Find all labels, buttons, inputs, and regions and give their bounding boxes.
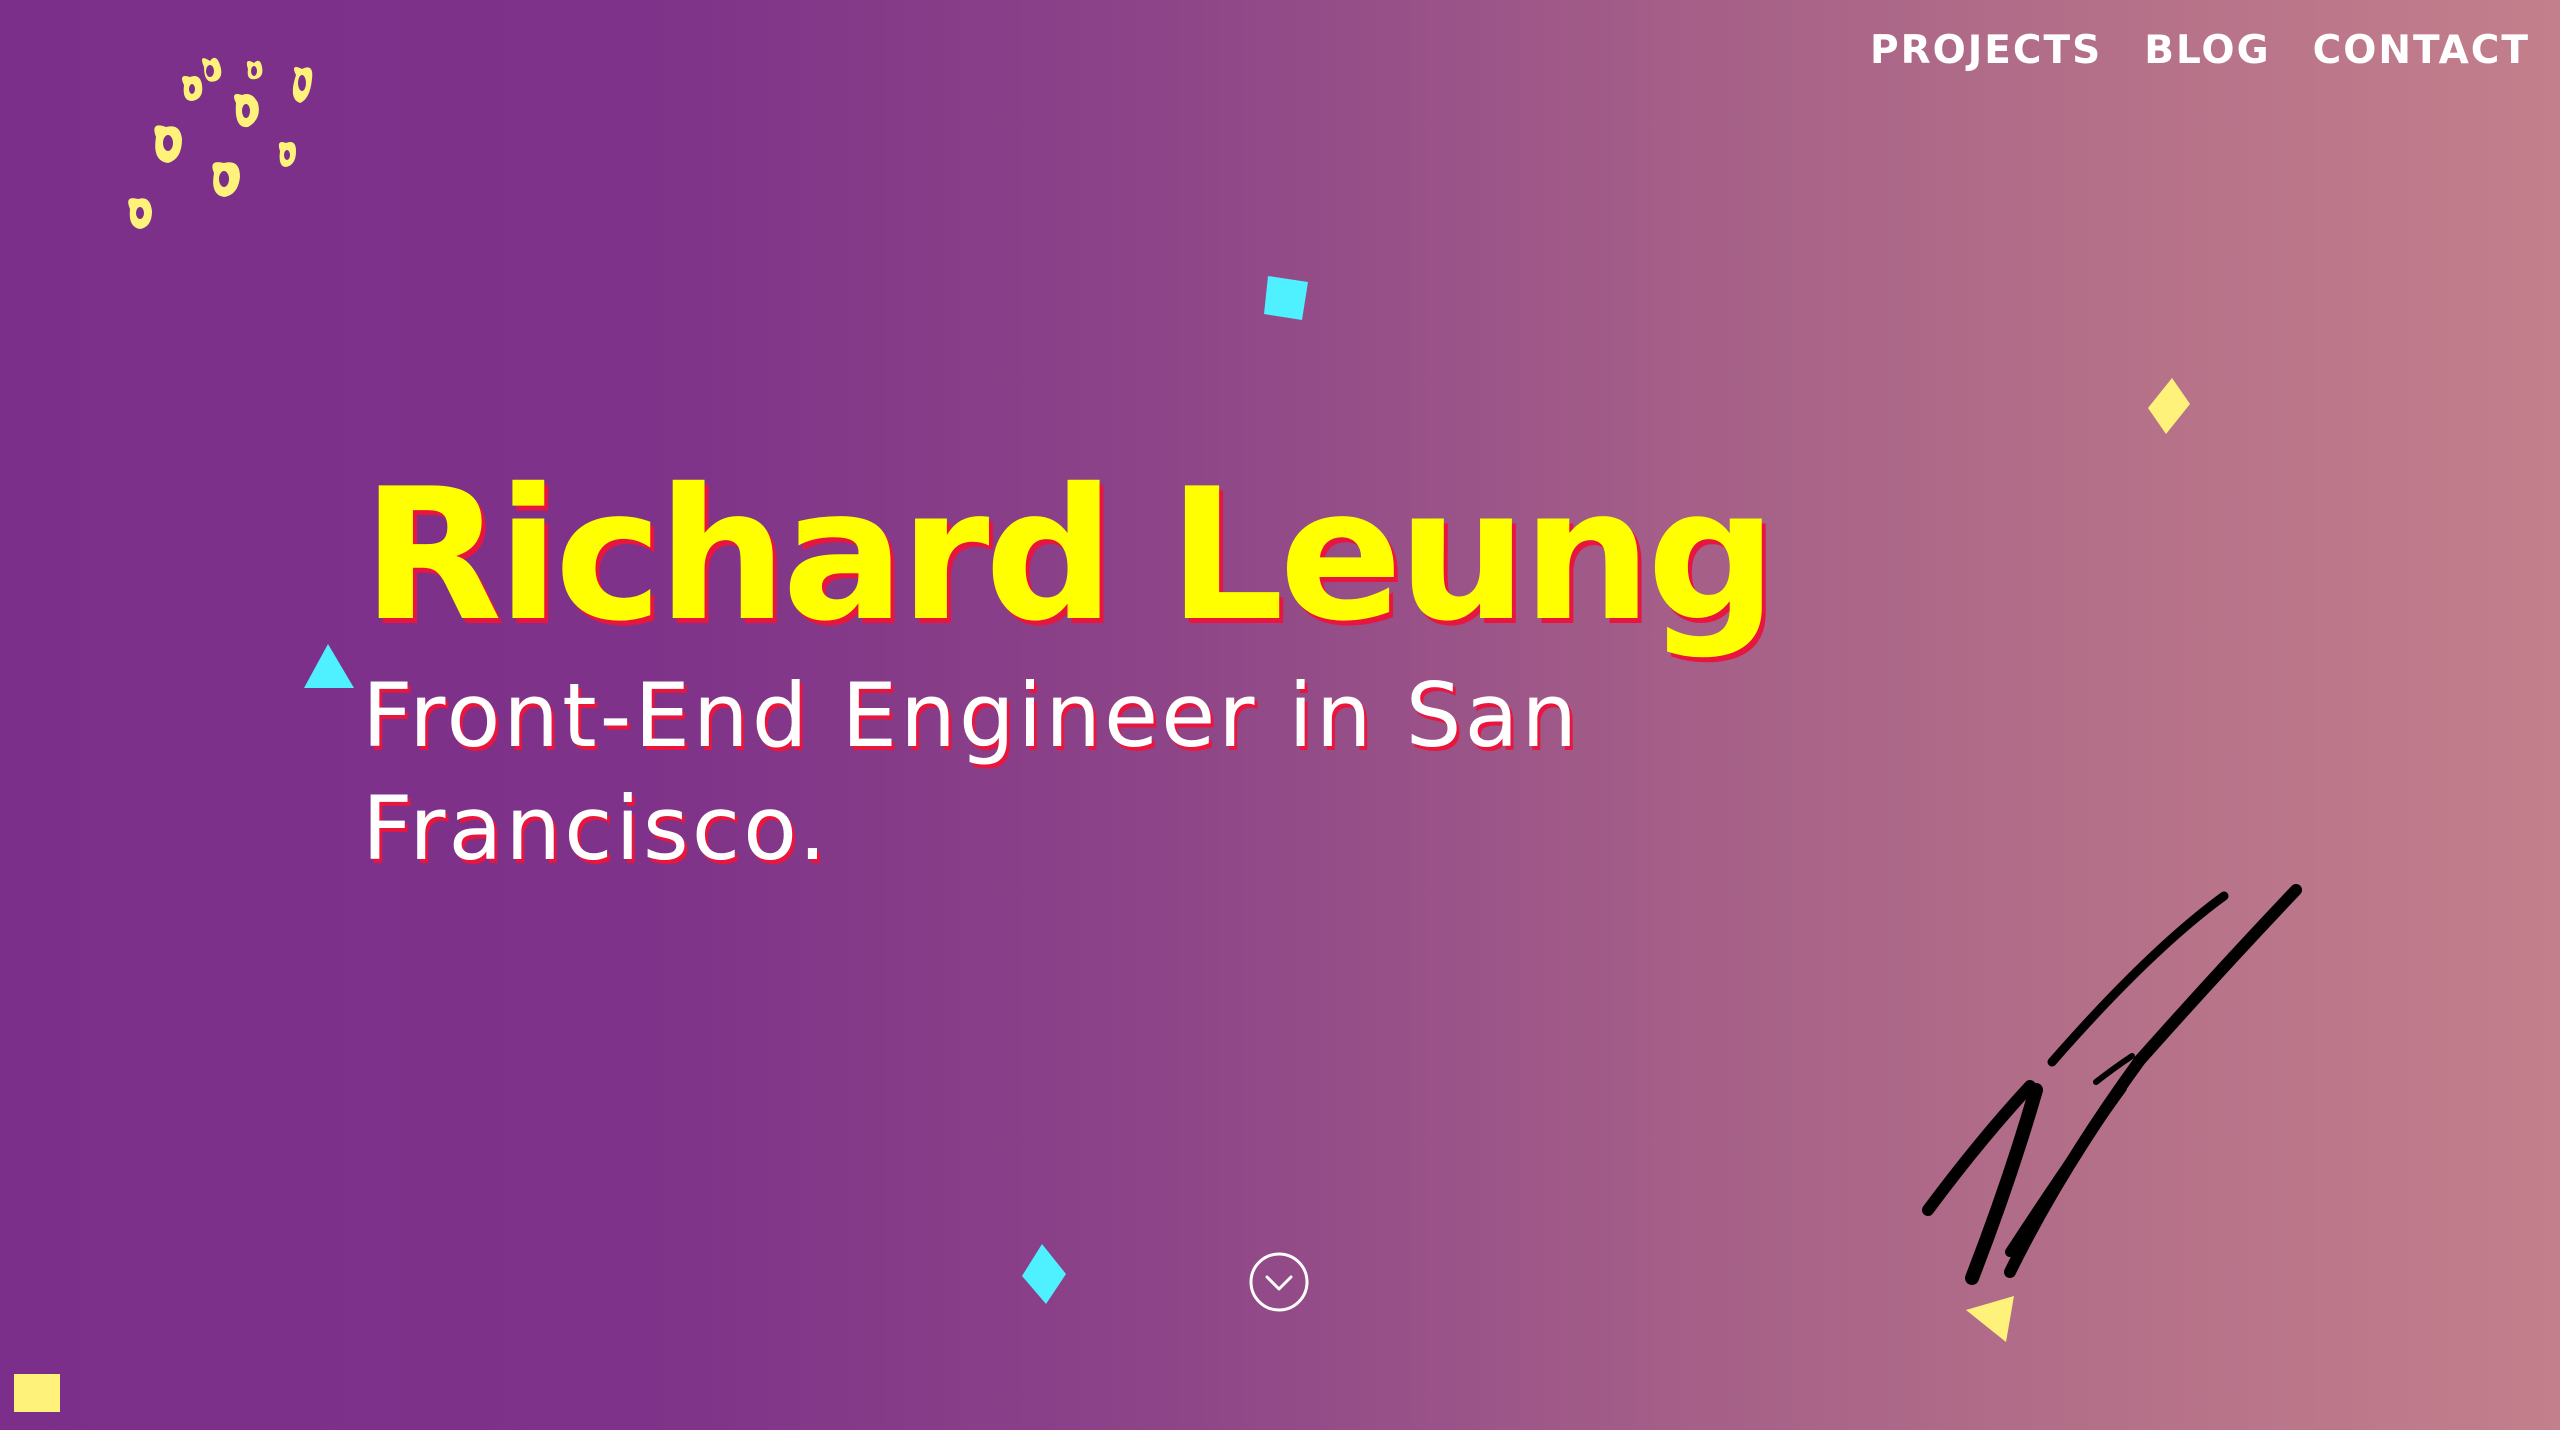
confetti-yellow-square [14, 1374, 60, 1412]
confetti-cyan-square [1264, 276, 1308, 320]
hero-name: Richard Leung [362, 449, 1777, 661]
nav-link-blog[interactable]: BLOG [2144, 28, 2270, 73]
signature-graphic-icon [1922, 884, 2302, 1285]
scroll-down-chevron-icon[interactable] [1248, 1251, 1310, 1313]
main-nav: PROJECTS BLOG CONTACT [1870, 28, 2530, 73]
hero: Richard Leung Front-End Engineer in San … [362, 449, 1862, 885]
nav-link-projects[interactable]: PROJECTS [1870, 28, 2102, 73]
confetti-yellow-diamond [2148, 378, 2190, 434]
confetti-cyan-triangle [304, 644, 354, 688]
hero-subtitle: Front-End Engineer in San Francisco. [362, 664, 1581, 881]
confetti-yellow-triangle [1966, 1296, 2014, 1342]
nav-link-contact[interactable]: CONTACT [2313, 28, 2530, 73]
paw-print-logo-icon[interactable] [120, 55, 360, 265]
confetti-cyan-diamond [1022, 1244, 1066, 1304]
